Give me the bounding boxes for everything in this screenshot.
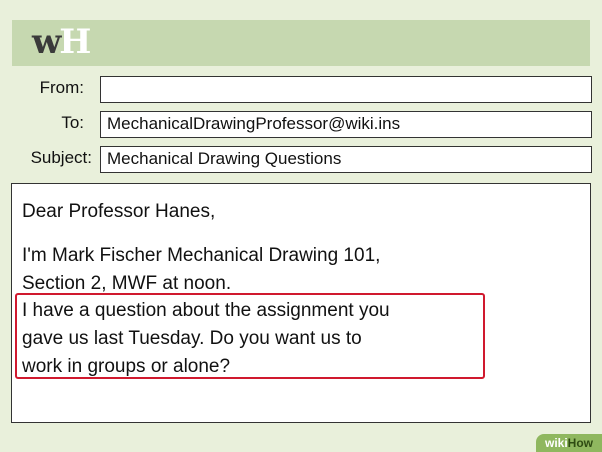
subject-field[interactable]: Mechanical Drawing Questions <box>100 146 592 173</box>
question-line-3: work in groups or alone? <box>22 356 231 377</box>
header-bar: wH <box>12 20 590 66</box>
to-label: To: <box>61 113 84 132</box>
wikihow-watermark: wikiHow <box>536 434 602 452</box>
question-line-1: I have a question about the assignment y… <box>22 300 390 321</box>
intro-line-1: I'm Mark Fischer Mechanical Drawing 101, <box>22 245 381 266</box>
watermark-how: How <box>567 436 594 450</box>
logo-w: w <box>32 22 61 62</box>
from-field[interactable] <box>100 76 592 103</box>
question-line-2: gave us last Tuesday. Do you want us to <box>22 328 362 349</box>
watermark-wiki: wiki <box>544 436 568 450</box>
question-paragraph: I have a question about the assignment y… <box>22 297 482 381</box>
to-field[interactable]: MechanicalDrawingProfessor@wiki.ins <box>100 111 592 138</box>
intro-paragraph: I'm Mark Fischer Mechanical Drawing 101,… <box>22 242 492 298</box>
subject-label: Subject: <box>30 148 92 167</box>
logo-h: H <box>59 22 91 62</box>
from-label: From: <box>39 78 84 97</box>
wikihow-logo: wH <box>32 22 91 62</box>
greeting-line: Dear Professor Hanes, <box>22 201 216 222</box>
